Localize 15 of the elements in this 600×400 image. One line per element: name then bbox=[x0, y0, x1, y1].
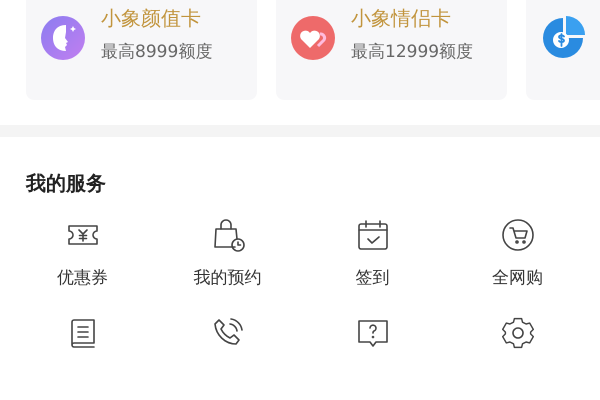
settings-icon[interactable] bbox=[500, 315, 536, 351]
face-icon bbox=[41, 16, 85, 60]
service-label[interactable]: 全网购 bbox=[492, 267, 543, 289]
card-limit: 最高8999额度 bbox=[101, 41, 212, 63]
card-title: 小象颜值卡 bbox=[101, 5, 202, 31]
credit-card-tile[interactable]: 小象情侣卡 最高12999额度 bbox=[276, 0, 507, 100]
card-title: 小象情侣卡 bbox=[351, 5, 452, 31]
service-label[interactable]: 优惠券 bbox=[57, 267, 108, 289]
section-title: 我的服务 bbox=[24, 170, 107, 196]
coin-chart-icon bbox=[541, 16, 585, 60]
service-label[interactable]: 我的预约 bbox=[194, 267, 262, 289]
credit-card-tile[interactable]: 小象颜值卡 最高8999额度 bbox=[26, 0, 257, 100]
cart-icon[interactable] bbox=[500, 217, 536, 253]
service-label[interactable]: 签到 bbox=[356, 267, 390, 289]
card-limit: 最高12999额度 bbox=[351, 41, 474, 63]
